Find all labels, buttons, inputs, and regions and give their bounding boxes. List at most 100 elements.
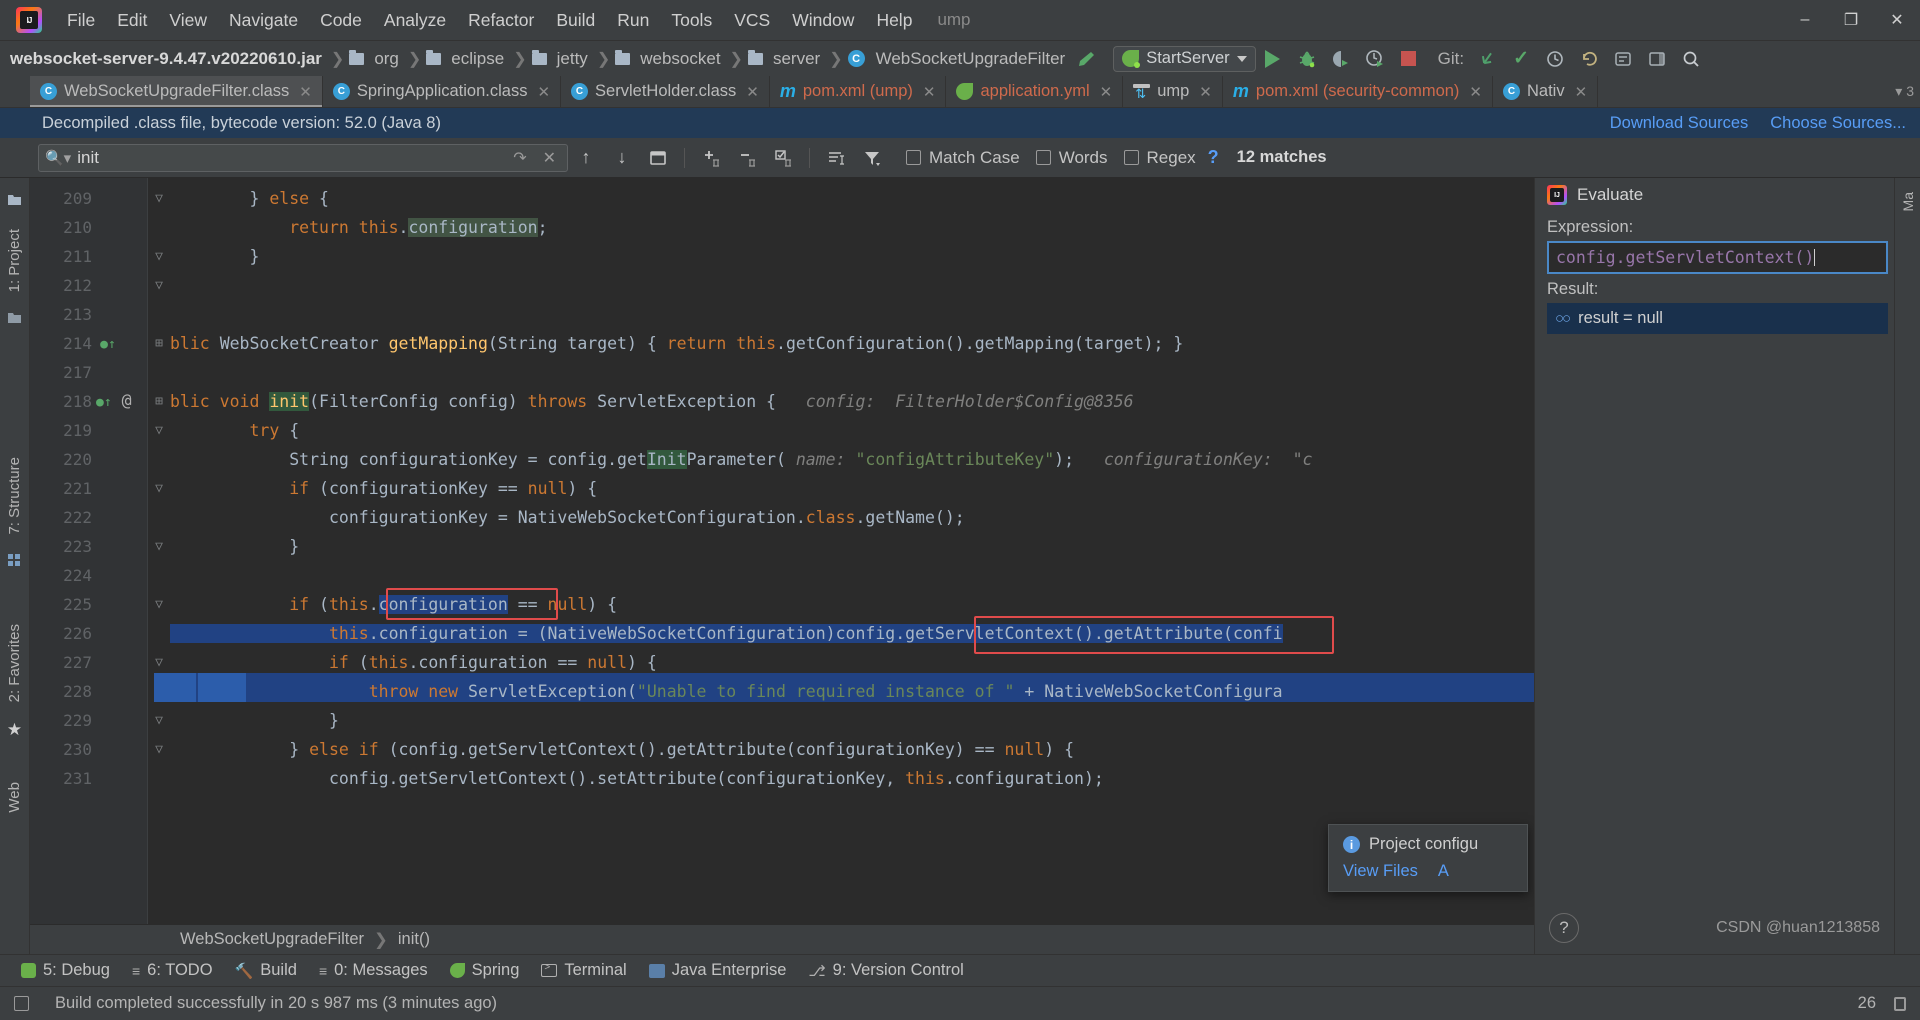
sidebar-item-web[interactable]: Web xyxy=(2,774,27,821)
menu-item-refactor[interactable]: Refactor xyxy=(457,6,545,35)
breadcrumb-org[interactable]: org xyxy=(370,47,403,71)
tab-application-yml[interactable]: application.yml ✕ xyxy=(946,76,1124,107)
code-editor[interactable]: 209 ▽ } else { 210 return this.configura… xyxy=(30,178,1534,954)
override-marker-icon[interactable]: ●↑ xyxy=(96,328,120,359)
close-icon[interactable]: ✕ xyxy=(1575,83,1588,101)
fold-icon[interactable]: ⊞ xyxy=(152,387,166,416)
fold-icon[interactable]: ▽ xyxy=(152,532,166,561)
menu-item-vcs[interactable]: VCS xyxy=(723,6,781,35)
close-icon[interactable]: ✕ xyxy=(1199,83,1212,101)
help-icon[interactable]: ? xyxy=(1549,913,1579,943)
words-checkbox[interactable]: Words xyxy=(1035,148,1108,168)
menu-item-tools[interactable]: Tools xyxy=(660,6,723,35)
menu-item-navigate[interactable]: Navigate xyxy=(218,6,309,35)
tool-todo[interactable]: ≡ 6: TODO xyxy=(121,957,224,984)
regex-help-icon[interactable]: ? xyxy=(1208,147,1219,168)
tool-debug[interactable]: 5: Debug xyxy=(10,957,121,984)
tool-messages[interactable]: ≡ 0: Messages xyxy=(308,957,439,984)
menu-item-analyze[interactable]: Analyze xyxy=(373,6,457,35)
fold-icon[interactable]: ▽ xyxy=(152,184,166,213)
menu-item-code[interactable]: Code xyxy=(309,6,373,35)
run-configuration-selector[interactable]: StartServer xyxy=(1113,45,1256,72)
breadcrumb-jar[interactable]: websocket-server-9.4.47.v20220610.jar xyxy=(6,47,326,71)
download-sources-link[interactable]: Download Sources xyxy=(1610,114,1749,133)
build-hammer-icon[interactable] xyxy=(1071,45,1101,73)
close-icon[interactable]: ✕ xyxy=(1469,83,1482,101)
close-icon[interactable]: ✕ xyxy=(1100,83,1113,101)
tool-terminal[interactable]: Terminal xyxy=(530,957,637,984)
fold-icon[interactable]: ▽ xyxy=(152,271,166,300)
prev-match-icon[interactable]: ↑ xyxy=(571,144,601,172)
fold-icon[interactable]: ⊞ xyxy=(152,329,166,358)
fold-icon[interactable]: ▽ xyxy=(152,735,166,764)
settings-icon[interactable] xyxy=(1608,45,1638,73)
filter-lines-icon[interactable] xyxy=(821,144,851,172)
search-input[interactable]: 🔍▾ init ↷ ✕ xyxy=(38,143,568,172)
intention-bulb-icon[interactable] xyxy=(1548,241,1563,242)
choose-sources-link[interactable]: Choose Sources... xyxy=(1770,114,1906,133)
menu-item-file[interactable]: File xyxy=(56,6,106,35)
tab-websocketupgradefilter[interactable]: C WebSocketUpgradeFilter.class ✕ xyxy=(30,76,323,107)
popup-action-link[interactable]: A xyxy=(1438,862,1449,881)
result-row[interactable]: ○○ result = null xyxy=(1547,303,1888,334)
breadcrumb-server[interactable]: server xyxy=(769,47,824,71)
fold-icon[interactable]: ▽ xyxy=(152,474,166,503)
menu-item-view[interactable]: View xyxy=(158,6,218,35)
run-with-coverage-button[interactable] xyxy=(1326,45,1356,73)
override-marker-icon[interactable]: ●↑ @ xyxy=(96,386,132,417)
breadcrumb-eclipse[interactable]: eclipse xyxy=(447,47,508,71)
search-everywhere-icon[interactable] xyxy=(1676,45,1706,73)
add-occurrence-icon[interactable] xyxy=(696,144,726,172)
minimize-button[interactable]: – xyxy=(1782,0,1828,40)
sidebar-item-structure[interactable]: 7: Structure xyxy=(2,449,27,543)
tab-servletholder[interactable]: C ServletHolder.class ✕ xyxy=(561,76,770,107)
layout-icon[interactable] xyxy=(1642,45,1672,73)
filter-icon[interactable] xyxy=(857,144,887,172)
sidebar-item-maven[interactable]: Ma xyxy=(1896,184,1920,219)
tool-version-control[interactable]: ⎇ 9: Version Control xyxy=(797,957,974,984)
menu-item-run[interactable]: Run xyxy=(606,6,660,35)
git-commit-icon[interactable]: ✓ xyxy=(1506,45,1536,73)
run-button[interactable] xyxy=(1258,45,1288,73)
tab-pom-ump[interactable]: m pom.xml (ump) ✕ xyxy=(769,76,947,107)
tool-java-enterprise[interactable]: Java Enterprise xyxy=(638,957,798,984)
maximize-button[interactable]: ❐ xyxy=(1828,0,1874,40)
git-update-icon[interactable] xyxy=(1472,45,1502,73)
breadcrumb-class[interactable]: WebSocketUpgradeFilter xyxy=(872,47,1070,71)
fold-icon[interactable]: ▽ xyxy=(152,416,166,445)
menu-item-help[interactable]: Help xyxy=(865,6,923,35)
remove-occurrence-icon[interactable] xyxy=(732,144,762,172)
project-files-icon[interactable] xyxy=(7,192,22,211)
sidebar-item-favorites[interactable]: 2: Favorites xyxy=(2,616,27,710)
close-button[interactable]: ✕ xyxy=(1874,0,1920,40)
project-configuration-popup[interactable]: i Project configu View Files A xyxy=(1328,824,1528,892)
tool-build[interactable]: 🔨 Build xyxy=(224,957,308,984)
star-icon[interactable]: ★ xyxy=(7,720,22,740)
folder-icon[interactable] xyxy=(7,310,22,329)
fold-icon[interactable]: ▽ xyxy=(152,242,166,271)
tab-ump-database[interactable]: ump ✕ xyxy=(1123,76,1223,107)
structure-grid-icon[interactable] xyxy=(7,553,22,572)
tab-overflow-button[interactable]: ▾ 3 xyxy=(1895,76,1920,107)
git-rollback-icon[interactable] xyxy=(1574,45,1604,73)
close-icon[interactable]: ✕ xyxy=(537,83,550,101)
menu-item-window[interactable]: Window xyxy=(781,6,865,35)
git-history-icon[interactable] xyxy=(1540,45,1570,73)
close-icon[interactable]: ✕ xyxy=(299,83,312,101)
select-all-icon[interactable] xyxy=(643,144,673,172)
match-case-checkbox[interactable]: Match Case xyxy=(906,148,1020,168)
fold-icon[interactable]: ▽ xyxy=(152,648,166,677)
close-icon[interactable]: ✕ xyxy=(923,83,936,101)
sidebar-item-project[interactable]: 1: Project xyxy=(2,221,27,300)
lock-icon[interactable] xyxy=(1894,996,1906,1011)
expression-input[interactable]: config.getServletContext() xyxy=(1547,241,1888,274)
breadcrumb-method-name[interactable]: init() xyxy=(398,930,430,949)
history-icon[interactable]: ↷ xyxy=(508,148,531,168)
tool-spring[interactable]: Spring xyxy=(439,957,531,984)
menu-item-edit[interactable]: Edit xyxy=(106,6,158,35)
debug-button[interactable] xyxy=(1292,45,1322,73)
close-icon[interactable]: ✕ xyxy=(538,148,561,168)
fold-icon[interactable]: ▽ xyxy=(152,706,166,735)
tab-springapplication[interactable]: C SpringApplication.class ✕ xyxy=(322,76,562,107)
stop-button[interactable] xyxy=(1394,45,1424,73)
